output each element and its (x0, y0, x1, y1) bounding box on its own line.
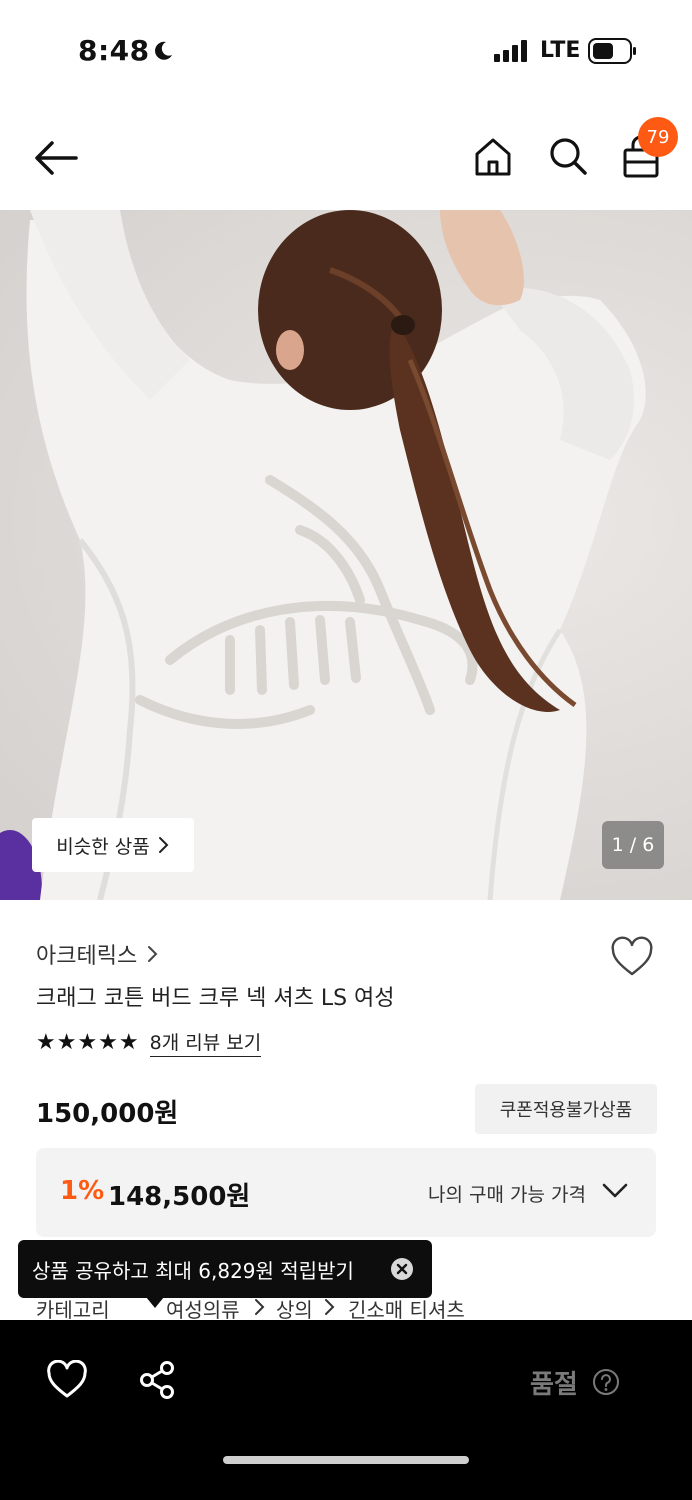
tooltip-text: 상품 공유하고 최대 6,829원 적립받기 (32, 1258, 354, 1283)
chevron-right-icon (325, 1299, 335, 1315)
bottom-action-bar: 품절 (0, 1320, 692, 1500)
chevron-right-icon (158, 837, 169, 853)
cart-count-badge: 79 (638, 117, 678, 157)
home-indicator (223, 1456, 469, 1464)
image-counter: 1 / 6 (602, 821, 664, 869)
network-type: LTE (540, 38, 581, 63)
share-icon[interactable] (138, 1360, 178, 1400)
brand-link[interactable]: 아크테릭스 (36, 938, 159, 970)
product-title: 크래그 코튼 버드 크루 넥 셔츠 LS 여성 (36, 986, 395, 1011)
product-image-gallery[interactable]: 비슷한 상품 1 / 6 (0, 210, 692, 900)
discount-price: 148,500원 (108, 1182, 251, 1212)
back-arrow-icon[interactable] (32, 138, 80, 178)
top-nav (0, 110, 692, 206)
signal-icon (494, 40, 527, 62)
chevron-right-icon (255, 1299, 265, 1315)
share-reward-tooltip: 상품 공유하고 최대 6,829원 적립받기 (18, 1240, 432, 1298)
tooltip-arrow (146, 1297, 164, 1308)
coupon-unavailable-badge: 쿠폰적용불가상품 (475, 1084, 657, 1134)
status-time: 8:48 (78, 34, 150, 67)
brand-name: 아크테릭스 (36, 944, 138, 969)
heart-icon[interactable] (46, 1360, 88, 1400)
similar-products-label: 비슷한 상품 (56, 835, 150, 858)
discount-rate: 1% (60, 1176, 105, 1206)
battery-icon (588, 38, 636, 64)
my-price-label: 나의 구매 가능 가격 (428, 1184, 586, 1206)
moon-icon (155, 41, 172, 60)
heart-icon[interactable] (610, 936, 654, 980)
product-photo (0, 210, 646, 900)
rating-row: ★★★★★ 8개 리뷰 보기 (36, 1028, 262, 1057)
status-bar: 8:48 LTE (0, 0, 692, 100)
chevron-right-icon (148, 946, 158, 962)
help-icon[interactable] (592, 1368, 620, 1396)
home-icon[interactable] (470, 134, 516, 180)
chevron-down-icon (602, 1183, 628, 1198)
similar-products-button[interactable]: 비슷한 상품 (32, 818, 194, 872)
search-icon[interactable] (546, 134, 590, 178)
original-price: 150,000원 (36, 1099, 179, 1129)
review-link[interactable]: 8개 리뷰 보기 (149, 1028, 262, 1057)
my-price-dropdown[interactable]: 1% 148,500원 나의 구매 가능 가격 (36, 1148, 656, 1237)
star-rating: ★★★★★ (36, 1030, 140, 1055)
soldout-label: 품절 (530, 1370, 578, 1400)
close-icon[interactable] (390, 1257, 414, 1281)
